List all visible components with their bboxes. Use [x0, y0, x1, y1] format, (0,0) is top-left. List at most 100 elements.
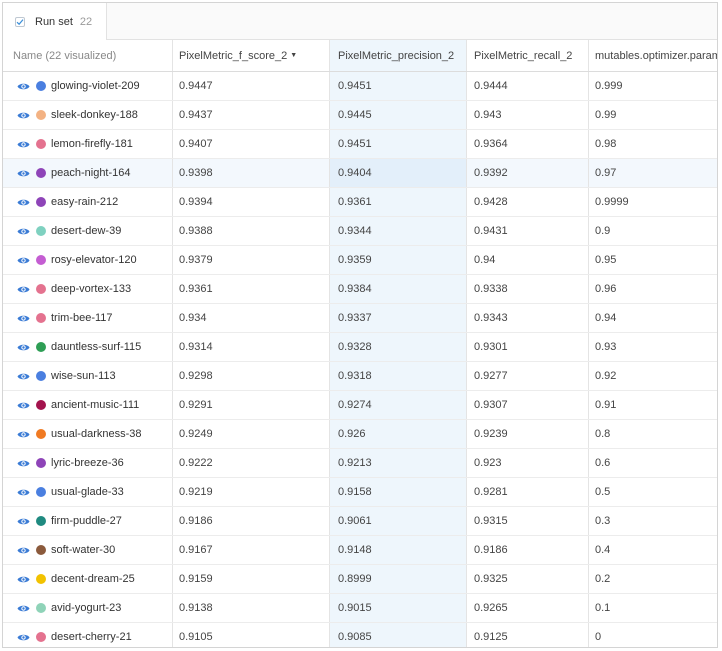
run-color-dot[interactable] [36, 342, 46, 352]
table-row[interactable]: decent-dream-25 0.9159 0.8999 0.9325 0.2 [3, 565, 717, 594]
table-row[interactable]: easy-rain-212 0.9394 0.9361 0.9428 0.9999 [3, 188, 717, 217]
visibility-eye-icon[interactable] [17, 341, 30, 354]
visibility-eye-icon[interactable] [17, 544, 30, 557]
table-row[interactable]: deep-vortex-133 0.9361 0.9384 0.9338 0.96 [3, 275, 717, 304]
visibility-eye-icon[interactable] [17, 254, 30, 267]
run-name[interactable]: ancient-music-111 [51, 399, 139, 411]
visibility-eye-icon[interactable] [17, 109, 30, 122]
run-color-dot[interactable] [36, 139, 46, 149]
run-color-dot[interactable] [36, 429, 46, 439]
run-color-dot[interactable] [36, 313, 46, 323]
visibility-eye-icon[interactable] [17, 138, 30, 151]
f-score-cell: 0.9222 [173, 449, 330, 477]
run-name[interactable]: usual-glade-33 [51, 486, 124, 498]
visibility-eye-icon[interactable] [17, 428, 30, 441]
run-name[interactable]: usual-darkness-38 [51, 428, 142, 440]
precision-cell: 0.9445 [330, 101, 467, 129]
table-row[interactable]: peach-night-164 0.9398 0.9404 0.9392 0.97 [3, 159, 717, 188]
table-row[interactable]: soft-water-30 0.9167 0.9148 0.9186 0.4 [3, 536, 717, 565]
run-color-dot[interactable] [36, 400, 46, 410]
table-row[interactable]: glowing-violet-209 0.9447 0.9451 0.9444 0.99… [3, 72, 717, 101]
visibility-eye-icon[interactable] [17, 573, 30, 586]
visibility-eye-icon[interactable] [17, 370, 30, 383]
table-row[interactable]: lyric-breeze-36 0.9222 0.9213 0.923 0.6 [3, 449, 717, 478]
visibility-eye-icon[interactable] [17, 312, 30, 325]
column-header-recall[interactable]: PixelMetric_recall_2 [467, 40, 589, 71]
run-color-dot[interactable] [36, 574, 46, 584]
run-color-dot[interactable] [36, 632, 46, 642]
run-name[interactable]: rosy-elevator-120 [51, 254, 137, 266]
column-header-precision[interactable]: PixelMetric_precision_2 [330, 40, 467, 71]
table-row[interactable]: desert-cherry-21 0.9105 0.9085 0.9125 0 [3, 623, 717, 647]
run-name[interactable]: wise-sun-113 [51, 370, 116, 382]
visibility-eye-icon[interactable] [17, 167, 30, 180]
column-header-optimizer-param[interactable]: mutables.optimizer.param [589, 40, 717, 71]
run-name[interactable]: trim-bee-117 [51, 312, 113, 324]
run-color-dot[interactable] [36, 371, 46, 381]
precision-value: 0.9148 [338, 544, 372, 556]
run-name[interactable]: dauntless-surf-115 [51, 341, 141, 353]
visibility-eye-icon[interactable] [17, 283, 30, 296]
run-name[interactable]: easy-rain-212 [51, 196, 118, 208]
visibility-eye-icon[interactable] [17, 225, 30, 238]
run-name[interactable]: lyric-breeze-36 [51, 457, 124, 469]
column-header-f-score[interactable]: PixelMetric_f_score_2 ▼ [173, 40, 330, 71]
table-row[interactable]: desert-dew-39 0.9388 0.9344 0.9431 0.9 [3, 217, 717, 246]
run-color-dot[interactable] [36, 226, 46, 236]
optimizer-param-cell: 0.8 [589, 420, 717, 448]
table-row[interactable]: firm-puddle-27 0.9186 0.9061 0.9315 0.3 [3, 507, 717, 536]
f-score-value: 0.9105 [179, 631, 213, 643]
runset-checkbox[interactable] [15, 16, 25, 27]
table-row[interactable]: wise-sun-113 0.9298 0.9318 0.9277 0.92 [3, 362, 717, 391]
table-row[interactable]: sleek-donkey-188 0.9437 0.9445 0.943 0.99 [3, 101, 717, 130]
sort-descending-icon[interactable]: ▼ [290, 52, 297, 59]
table-row[interactable]: dauntless-surf-115 0.9314 0.9328 0.9301 0.93 [3, 333, 717, 362]
run-name[interactable]: firm-puddle-27 [51, 515, 122, 527]
run-name-cell: glowing-violet-209 [3, 72, 173, 100]
visibility-eye-icon[interactable] [17, 602, 30, 615]
recall-cell: 0.9428 [467, 188, 589, 216]
column-header-name[interactable]: Name (22 visualized) [3, 40, 173, 71]
run-color-dot[interactable] [36, 603, 46, 613]
run-color-dot[interactable] [36, 458, 46, 468]
table-row[interactable]: usual-darkness-38 0.9249 0.926 0.9239 0.8 [3, 420, 717, 449]
run-name[interactable]: soft-water-30 [51, 544, 115, 556]
run-color-dot[interactable] [36, 487, 46, 497]
run-name[interactable]: deep-vortex-133 [51, 283, 131, 295]
run-name[interactable]: sleek-donkey-188 [51, 109, 138, 121]
run-color-dot[interactable] [36, 545, 46, 555]
run-name[interactable]: avid-yogurt-23 [51, 602, 121, 614]
visibility-eye-icon[interactable] [17, 515, 30, 528]
f-score-cell: 0.9437 [173, 101, 330, 129]
run-name[interactable]: peach-night-164 [51, 167, 131, 179]
run-name[interactable]: decent-dream-25 [51, 573, 135, 585]
run-color-dot[interactable] [36, 516, 46, 526]
table-row[interactable]: lemon-firefly-181 0.9407 0.9451 0.9364 0.98 [3, 130, 717, 159]
table-row[interactable]: avid-yogurt-23 0.9138 0.9015 0.9265 0.1 [3, 594, 717, 623]
visibility-eye-icon[interactable] [17, 196, 30, 209]
table-row[interactable]: rosy-elevator-120 0.9379 0.9359 0.94 0.95 [3, 246, 717, 275]
run-name[interactable]: desert-dew-39 [51, 225, 121, 237]
visibility-eye-icon[interactable] [17, 457, 30, 470]
run-name[interactable]: lemon-firefly-181 [51, 138, 133, 150]
visibility-eye-icon[interactable] [17, 486, 30, 499]
run-color-dot[interactable] [36, 81, 46, 91]
recall-value: 0.9392 [474, 167, 508, 179]
visibility-eye-icon[interactable] [17, 80, 30, 93]
table-row[interactable]: usual-glade-33 0.9219 0.9158 0.9281 0.5 [3, 478, 717, 507]
run-color-dot[interactable] [36, 110, 46, 120]
run-name-cell: usual-darkness-38 [3, 420, 173, 448]
run-color-dot[interactable] [36, 284, 46, 294]
table-row[interactable]: trim-bee-117 0.934 0.9337 0.9343 0.94 [3, 304, 717, 333]
run-color-dot[interactable] [36, 168, 46, 178]
table-row[interactable]: ancient-music-111 0.9291 0.9274 0.9307 0.91 [3, 391, 717, 420]
visibility-eye-icon[interactable] [17, 631, 30, 644]
run-name[interactable]: glowing-violet-209 [51, 80, 140, 92]
f-score-value: 0.9186 [179, 515, 213, 527]
run-color-dot[interactable] [36, 197, 46, 207]
precision-value: 0.9085 [338, 631, 372, 643]
run-name[interactable]: desert-cherry-21 [51, 631, 132, 643]
visibility-eye-icon[interactable] [17, 399, 30, 412]
runset-tab[interactable]: Run set 22 [3, 3, 107, 40]
run-color-dot[interactable] [36, 255, 46, 265]
